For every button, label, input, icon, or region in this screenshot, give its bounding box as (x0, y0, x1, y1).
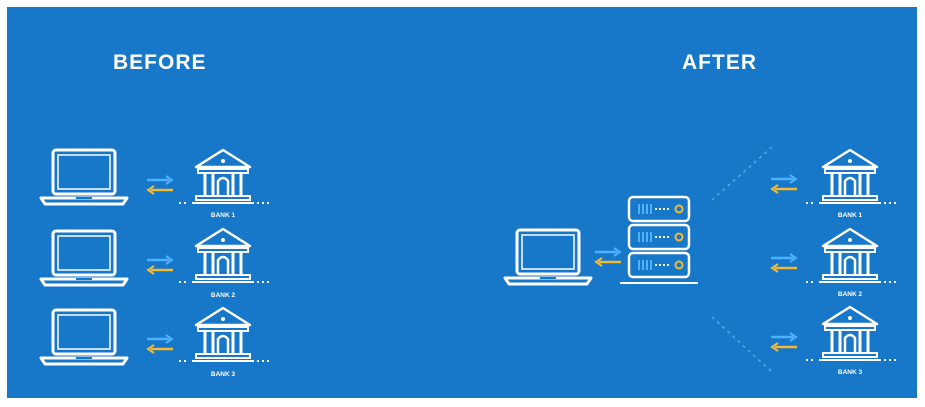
bank-label: BANK 1 (211, 212, 236, 219)
bank-icon (177, 148, 271, 205)
bank-label: BANK 3 (211, 371, 236, 378)
two-way-arrow-icon (145, 174, 175, 196)
laptop-icon (39, 308, 129, 366)
bank-icon (177, 227, 271, 284)
after-bank-1: BANK 1 (769, 148, 898, 219)
two-way-arrow-icon (769, 252, 799, 274)
bank-label: BANK 2 (211, 292, 236, 299)
dashed-connector-bottom (711, 316, 773, 373)
bank-icon (804, 227, 898, 284)
bank-icon (177, 306, 271, 363)
after-bank-3: BANK 3 (769, 305, 898, 376)
laptop-icon (39, 148, 129, 206)
laptop-icon (39, 229, 129, 287)
after-client (503, 228, 623, 286)
two-way-arrow-icon (769, 331, 799, 353)
bank-label: BANK 2 (838, 291, 863, 298)
two-way-arrow-icon (769, 173, 799, 195)
bank-label: BANK 3 (838, 369, 863, 376)
laptop-icon (503, 228, 593, 286)
bank-label: BANK 1 (838, 212, 863, 219)
after-bank-2: BANK 2 (769, 227, 898, 298)
before-row-2: BANK 2 (39, 227, 271, 299)
diagram-canvas: BEFORE AFTER BANK 1 BANK 2 BANK 3 BANK 1… (7, 7, 917, 398)
diagram-svg: BANK 1 BANK 2 BANK 3 BANK 1 BANK 2 BANK … (39, 146, 898, 378)
dashed-connector-top (711, 146, 773, 201)
server-stack-icon (620, 195, 698, 284)
before-row-1: BANK 1 (39, 148, 271, 219)
before-row-3: BANK 3 (39, 306, 271, 378)
two-way-arrow-icon (145, 333, 175, 355)
bank-icon (804, 305, 898, 362)
two-way-arrow-icon (593, 246, 623, 268)
two-way-arrow-icon (145, 254, 175, 276)
bank-icon (804, 148, 898, 205)
